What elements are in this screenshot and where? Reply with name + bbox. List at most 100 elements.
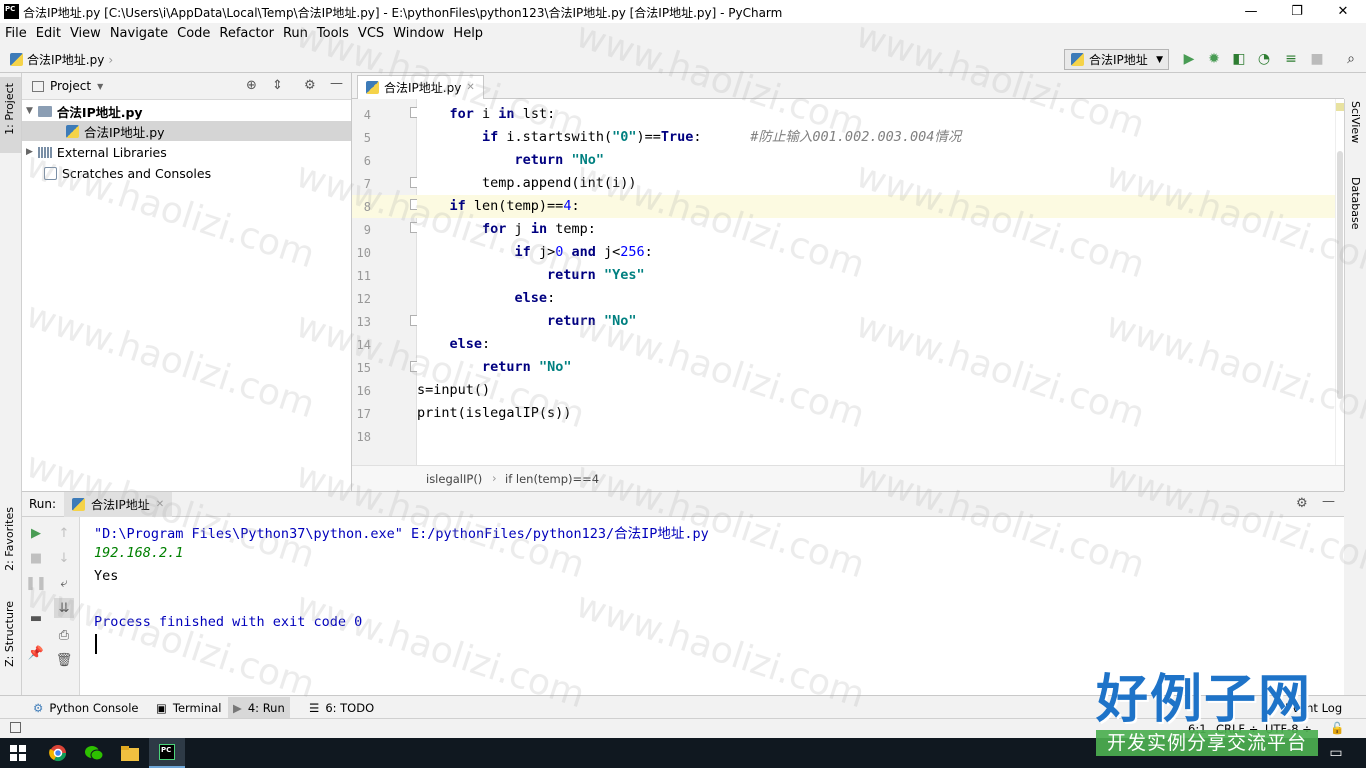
python-file-icon [10, 53, 23, 66]
line-number: 13 [356, 315, 371, 329]
stop-icon[interactable]: ■ [28, 550, 44, 566]
editor-scrollbar[interactable] [1335, 99, 1344, 465]
menu-file[interactable]: File [0, 23, 31, 41]
arrow-up-icon[interactable]: ↑ [56, 525, 72, 541]
menu-navigate[interactable]: Navigate [105, 23, 172, 41]
code-line: if len(temp)==4: [417, 195, 1335, 218]
menu-tools[interactable]: Tools [312, 23, 353, 41]
pin-icon[interactable]: 📌 [28, 645, 44, 661]
layout-icon[interactable]: ▬ [28, 610, 44, 626]
run-icon[interactable]: ▶ [1181, 51, 1197, 67]
notification-icon[interactable]: ▭ [1318, 738, 1354, 768]
debug-icon[interactable]: ✹ [1206, 51, 1222, 67]
maximize-button[interactable]: ❐ [1274, 0, 1320, 23]
tab-label: 6: TODO [325, 701, 375, 715]
breadcrumb-block[interactable]: if len(temp)==4 [505, 472, 599, 486]
menu-code[interactable]: Code [172, 23, 214, 41]
close-icon[interactable]: ✕ [156, 499, 164, 510]
minimize-button[interactable]: — [1228, 0, 1274, 23]
menu-window[interactable]: Window [388, 23, 448, 41]
hide-icon[interactable]: — [1322, 494, 1335, 509]
gear-icon[interactable]: ⚙ [1296, 496, 1308, 511]
hide-icon[interactable]: — [330, 76, 343, 91]
profile-icon[interactable]: ◔ [1256, 51, 1272, 67]
code-line: return "No" [482, 359, 572, 375]
tool-window-toggle-icon[interactable] [10, 722, 21, 733]
line-number: 18 [356, 430, 371, 444]
close-icon[interactable]: ✕ [466, 82, 474, 93]
tab-terminal[interactable]: ▣ Terminal [151, 698, 226, 718]
menu-edit[interactable]: Edit [31, 23, 65, 41]
project-panel-header: Project ▼ ⊕ ⇕ ⚙ — [22, 73, 351, 100]
arrow-down-icon[interactable]: ↓ [56, 550, 72, 566]
run-tab[interactable]: 合法IP地址 ✕ [64, 492, 173, 517]
favorites-tool-tab[interactable]: 2: Favorites [3, 507, 16, 571]
tree-item-label: 合法IP地址.py [84, 124, 165, 140]
line-number: 16 [356, 384, 371, 398]
window-titlebar: PC 合法IP地址.py [C:\Users\i\AppData\Local\T… [0, 0, 1366, 23]
nav-breadcrumb[interactable]: 合法IP地址.py › [10, 51, 113, 68]
code-editor[interactable]: for i in lst: if i.startswith("0")==True… [417, 99, 1335, 465]
line-number: 7 [363, 177, 371, 191]
project-tool-tab[interactable]: 1: Project [0, 77, 21, 153]
menu-vcs[interactable]: VCS [353, 23, 388, 41]
project-view-icon [32, 80, 44, 92]
tab-todo[interactable]: ☰ 6: TODO [304, 698, 379, 718]
soft-wrap-icon[interactable]: ⤶ [56, 575, 72, 591]
trash-icon[interactable]: 🗑 [56, 652, 73, 668]
pycharm-taskbar-icon[interactable]: PC [149, 738, 185, 768]
python-file-icon [66, 124, 79, 138]
concurrency-icon[interactable]: ≡ [1283, 51, 1299, 67]
stop-icon[interactable]: ■ [1309, 51, 1325, 67]
code-line: if j>0 and j<256: [514, 244, 653, 260]
menu-help[interactable]: Help [448, 23, 487, 41]
editor-tab-bar: 合法IP地址.py ✕ [352, 73, 1344, 99]
gear-icon[interactable]: ⚙ [304, 78, 316, 93]
pause-icon[interactable]: ❚❚ [25, 575, 47, 591]
editor-tab[interactable]: 合法IP地址.py ✕ [357, 75, 484, 99]
locate-icon[interactable]: ⊕ [246, 78, 257, 93]
wechat-icon[interactable] [76, 738, 112, 768]
console-line: "D:\Program Files\Python37\python.exe" E… [94, 526, 709, 542]
code-line: else: [449, 336, 491, 352]
scroll-to-end-icon[interactable]: ⇊ [54, 598, 74, 618]
window-title: 合法IP地址.py [C:\Users\i\AppData\Local\Temp… [23, 6, 783, 20]
logo-main-text: 好例子网 [1096, 670, 1313, 730]
run-configuration-select[interactable]: 合法IP地址 ▼ [1064, 49, 1169, 70]
print-icon[interactable]: ⎙ [56, 627, 72, 643]
tree-item-file[interactable]: 合法IP地址.py [22, 121, 351, 141]
menu-view[interactable]: View [65, 23, 105, 41]
project-view-select[interactable]: Project ▼ [32, 79, 103, 93]
tab-python-console[interactable]: ⚙ Python Console [28, 698, 143, 718]
tab-label: 4: Run [247, 700, 285, 715]
python-console-icon: ⚙ [33, 701, 44, 715]
breadcrumb-function[interactable]: islegalIP() [426, 472, 482, 486]
close-button[interactable]: ✕ [1320, 0, 1366, 23]
lock-icon[interactable]: 🔓 [1330, 721, 1344, 735]
tab-label: Terminal [172, 701, 222, 715]
tree-item-label: Scratches and Consoles [62, 165, 212, 181]
file-explorer-icon[interactable] [112, 738, 148, 768]
sciview-tool-tab[interactable]: SciView [1349, 101, 1362, 143]
menu-refactor[interactable]: Refactor [214, 23, 278, 41]
chrome-icon[interactable] [40, 738, 76, 768]
console-line: Process finished with exit code 0 [94, 614, 363, 630]
tree-item-root[interactable]: ▼ 合法IP地址.py [26, 101, 143, 121]
tab-run[interactable]: ▶ 4: Run [228, 697, 290, 718]
tree-item-scratches[interactable]: Scratches and Consoles [44, 163, 211, 183]
tree-item-label: External Libraries [56, 144, 167, 160]
text-cursor [95, 634, 97, 654]
chevron-down-icon: ▼ [1156, 54, 1163, 65]
collapse-icon[interactable]: ⇕ [272, 78, 283, 93]
scrollbar-thumb[interactable] [1337, 151, 1343, 399]
rerun-icon[interactable]: ▶ [28, 525, 44, 541]
coverage-icon[interactable]: ◧ [1231, 51, 1247, 67]
database-tool-tab[interactable]: Database [1349, 177, 1362, 230]
search-icon[interactable]: ⌕ [1343, 51, 1359, 67]
menu-run[interactable]: Run [278, 23, 312, 41]
run-panel-header: Run: 合法IP地址 ✕ ⚙ — [22, 492, 1344, 517]
structure-tool-tab[interactable]: Z: Structure [3, 601, 16, 667]
windows-start-icon[interactable] [0, 738, 36, 768]
tree-item-external-libraries[interactable]: ▶ External Libraries [26, 142, 167, 162]
